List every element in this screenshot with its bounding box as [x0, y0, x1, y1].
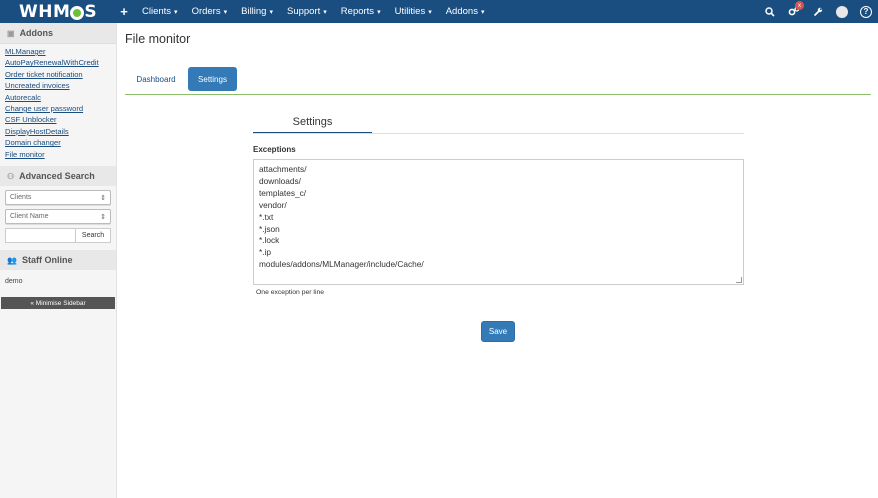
add-new-button[interactable]: +: [113, 4, 135, 19]
top-navbar: WHM S + Clients ▾ Orders ▾ Billing ▾ Support…: [0, 0, 878, 23]
main-content: File monitor Dashboard Settings Settings…: [117, 23, 878, 498]
caret-down-icon: ▾: [377, 8, 381, 16]
search-type-value: Clients: [10, 194, 32, 202]
sidebar-link-change-user-password[interactable]: Change user password: [5, 103, 111, 114]
staff-online-title: Staff Online: [21, 255, 73, 266]
nav-menu-support[interactable]: Support ▾: [280, 0, 334, 23]
binoculars-icon: ⚇: [7, 171, 15, 181]
exception-line: *.json: [259, 223, 280, 234]
select-arrows-icon: ⇕: [100, 194, 106, 202]
caret-down-icon: ▾: [480, 8, 485, 16]
sidebar-link-order-ticket-notification[interactable]: Order ticket notification: [5, 69, 111, 80]
wrench-icon[interactable]: [806, 0, 830, 23]
cube-icon: ▣: [7, 28, 15, 38]
caret-down-icon: ▾: [323, 8, 327, 16]
logo-text-suffix: S: [84, 1, 98, 22]
nav-menu-billing[interactable]: Billing ▾: [234, 0, 280, 23]
addons-panel-header[interactable]: ▣ Addons: [0, 23, 116, 44]
tab-settings[interactable]: Settings: [188, 67, 237, 91]
nav-label: Addons: [445, 6, 478, 17]
nav-menu-utilities[interactable]: Utilities ▾: [388, 0, 439, 23]
addons-title: Addons: [19, 28, 54, 38]
caret-down-icon: ▾: [428, 8, 432, 16]
select-arrows-icon: ⇕: [100, 213, 106, 221]
exception-line: *.ip: [259, 247, 271, 258]
save-button[interactable]: Save: [481, 321, 515, 342]
page-title: File monitor: [125, 32, 191, 46]
nav-menu-addons[interactable]: Addons ▾: [439, 0, 492, 23]
exception-line: downloads/: [259, 175, 301, 186]
search-icon[interactable]: [758, 0, 782, 23]
sidebar-search-row: Search: [5, 228, 111, 244]
nav-label: Support: [287, 6, 321, 17]
sidebar-search-input[interactable]: [5, 228, 75, 244]
sidebar-link-autopayrenewal[interactable]: AutoPayRenewalWithCredit: [5, 57, 111, 68]
search-field-select[interactable]: Client Name ⇕: [5, 209, 111, 225]
nav-menu-orders[interactable]: Orders ▾: [185, 0, 235, 23]
nav-label: Orders: [191, 6, 221, 17]
exceptions-label: Exceptions: [253, 145, 296, 154]
sidebar-link-mlmanager[interactable]: MLManager: [5, 46, 111, 57]
notification-badge: x: [795, 1, 804, 10]
sidebar-link-csf-unblocker[interactable]: CSF Unblocker: [5, 114, 111, 125]
exception-line: *.txt: [259, 211, 274, 222]
help-glyph: ?: [860, 5, 872, 18]
caret-down-icon: ▾: [269, 8, 273, 16]
sidebar-search-button[interactable]: Search: [75, 228, 111, 244]
nav-menu-reports[interactable]: Reports ▾: [334, 0, 388, 23]
automation-gears-icon[interactable]: x: [782, 0, 806, 23]
exception-line: *.lock: [259, 235, 280, 246]
logo-text-prefix: WHM: [19, 1, 71, 22]
advanced-search-header[interactable]: ⚇ Advanced Search: [0, 166, 116, 187]
sidebar-link-file-monitor[interactable]: File monitor: [5, 149, 111, 160]
exception-line: modules/addons/MLManager/include/Cache/: [259, 259, 424, 270]
nav-label: Clients: [142, 6, 172, 17]
settings-section-title: Settings: [253, 111, 372, 134]
caret-down-icon: ▾: [174, 8, 178, 16]
sidebar: ▣ Addons MLManager AutoPayRenewalWithCre…: [0, 23, 117, 498]
logo-gear-icon: [70, 5, 85, 20]
nav-menu-clients[interactable]: Clients ▾: [135, 0, 185, 23]
staff-online-header[interactable]: 👥 Staff Online: [0, 250, 116, 271]
search-field-value: Client Name: [10, 213, 49, 221]
staff-online-user: demo: [5, 278, 23, 286]
exception-line: attachments/: [259, 164, 307, 174]
sidebar-link-domain-changer[interactable]: Domain changer: [5, 137, 111, 148]
exception-line: vendor/: [259, 199, 287, 210]
exceptions-textarea[interactable]: attachments/ downloads/ templates_c/ ven…: [253, 159, 744, 285]
sidebar-link-autorecalc[interactable]: Autorecalc: [5, 92, 111, 103]
resize-handle-icon[interactable]: [736, 277, 742, 283]
search-type-select[interactable]: Clients ⇕: [5, 190, 111, 206]
users-icon: 👥: [7, 255, 17, 265]
user-avatar-icon[interactable]: [830, 0, 854, 23]
exception-line: templates_c/: [259, 187, 307, 198]
sidebar-link-uncreated-invoices[interactable]: Uncreated invoices: [5, 80, 111, 91]
whmcs-logo[interactable]: WHM S: [0, 0, 105, 23]
module-tabs: Dashboard Settings: [125, 67, 871, 95]
help-icon[interactable]: ?: [854, 0, 878, 23]
tab-dashboard[interactable]: Dashboard: [128, 67, 184, 91]
section-divider: [253, 133, 744, 134]
sidebar-link-displayhostdetails[interactable]: DisplayHostDetails: [5, 126, 111, 137]
nav-label: Utilities: [394, 6, 426, 17]
nav-label: Reports: [340, 6, 375, 17]
minimise-sidebar-button[interactable]: « Minimise Sidebar: [1, 297, 115, 310]
advanced-search-title: Advanced Search: [19, 171, 95, 182]
nav-label: Billing: [241, 6, 267, 17]
exceptions-help-text: One exception per line: [256, 289, 325, 296]
addon-links-list: MLManager AutoPayRenewalWithCredit Order…: [0, 44, 116, 164]
caret-down-icon: ▾: [223, 8, 228, 16]
